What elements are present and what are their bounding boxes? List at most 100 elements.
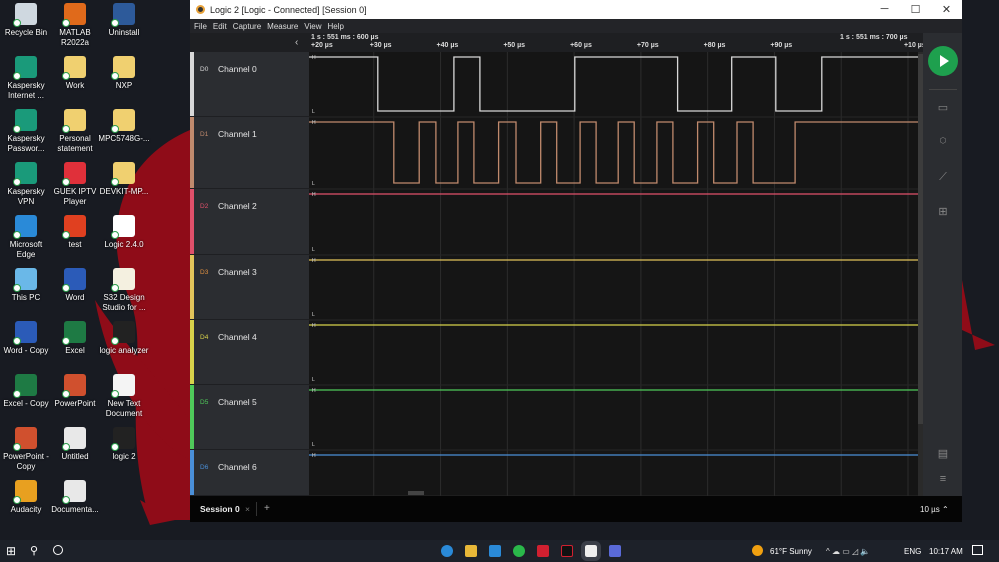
desktop-icon[interactable]: Excel - Copy [0, 374, 52, 409]
cortana-icon[interactable] [53, 545, 63, 555]
desktop-icon[interactable]: S32 Design Studio for ... [98, 268, 150, 313]
weather-text[interactable]: 61°F Sunny [770, 547, 812, 556]
start-capture-button[interactable] [928, 46, 958, 76]
desktop-icon[interactable]: Excel [49, 321, 101, 356]
time-tick-label: +80 µs [703, 42, 726, 49]
language-indicator[interactable]: ENG [904, 547, 921, 556]
desktop-icon[interactable]: MPC5748G-... [98, 109, 150, 144]
notifications-icon[interactable] [972, 545, 983, 555]
collapse-panel-button[interactable]: ‹ [295, 37, 298, 48]
maximize-button[interactable]: ☐ [900, 3, 931, 16]
desktop-icon-label: Word [65, 293, 85, 302]
app-icon [62, 215, 86, 239]
desktop-icon[interactable]: Logic 2.4.0 [98, 215, 150, 250]
channel-row-label[interactable]: D5 Channel 5 [190, 385, 309, 450]
time-scale[interactable]: 10 µs ⌃ [920, 505, 949, 514]
app-icon [62, 162, 86, 186]
logic-window: Logic 2 [Logic - Connected] [Session 0] … [190, 0, 962, 522]
edge-taskbar-icon[interactable] [441, 545, 453, 557]
timeline-header[interactable]: ‹ 1 s : 551 ms : 600 µs 1 s : 551 ms : 7… [190, 33, 962, 52]
menu-help[interactable]: Help [327, 22, 343, 31]
explorer-taskbar-icon[interactable] [465, 545, 477, 557]
channel-row-label[interactable]: D4 Channel 4 [190, 320, 309, 385]
desktop-icon[interactable]: Personal statement [49, 109, 101, 154]
comment-icon[interactable]: ▤ [934, 447, 952, 460]
desktop-icon-label: logic analyzer [99, 346, 149, 355]
channel-name[interactable]: Channel 5 [218, 397, 257, 407]
menu-view[interactable]: View [304, 22, 321, 31]
desktop-icon[interactable]: Audacity [0, 480, 52, 515]
desktop-icon[interactable]: NXP [98, 56, 150, 91]
desktop-icon-label: Untitled [61, 452, 89, 461]
high-level-marker: H [312, 388, 316, 394]
desktop-icon[interactable]: Uninstall [98, 3, 150, 38]
app-taskbar-icon[interactable] [537, 545, 549, 557]
channel-row-label[interactable]: D3 Channel 3 [190, 255, 309, 320]
device-icon[interactable]: ▭ [934, 101, 952, 114]
desktop-icon[interactable]: logic 2 [98, 427, 150, 462]
app-icon [111, 109, 135, 133]
clock[interactable]: 10:17 AM [929, 547, 963, 556]
desktop-icon[interactable]: Kaspersky Internet ... [0, 56, 52, 101]
start-button[interactable]: ⊞ [6, 544, 16, 558]
menu-measure[interactable]: Measure [267, 22, 298, 31]
add-session-button[interactable]: + [264, 503, 270, 514]
desktop-icon[interactable]: Word - Copy [0, 321, 52, 356]
desktop-icon[interactable]: This PC [0, 268, 52, 303]
desktop-icon[interactable]: PowerPoint - Copy [0, 427, 52, 472]
channel-name[interactable]: Channel 2 [218, 201, 257, 211]
desktop-icon[interactable]: GUEK IPTV Player [49, 162, 101, 207]
channel-color-stripe [190, 450, 194, 495]
channel-name[interactable]: Channel 6 [218, 462, 257, 472]
desktop-icon[interactable]: Work [49, 56, 101, 91]
channel-row-label[interactable]: D1 Channel 1 [190, 117, 309, 189]
app-icon [111, 162, 135, 186]
tray-icons[interactable]: ^ ☁ ▭ ◿ 🔈 [826, 547, 870, 556]
desktop-icon[interactable]: Recycle Bin [0, 3, 52, 38]
session-tab[interactable]: Session 0 [200, 504, 240, 514]
menu-capture[interactable]: Capture [233, 22, 261, 31]
search-icon[interactable]: ⚲ [30, 544, 38, 557]
channel-name[interactable]: Channel 1 [218, 129, 257, 139]
desktop-icon[interactable]: New Text Document [98, 374, 150, 419]
channel-name[interactable]: Channel 3 [218, 267, 257, 277]
desktop-icon[interactable]: Kaspersky Passwor... [0, 109, 52, 154]
horizontal-scroll-thumb[interactable] [408, 491, 424, 495]
session-close-button[interactable]: × [245, 504, 250, 514]
whatsapp-taskbar-icon[interactable] [513, 545, 525, 557]
extensions-icon[interactable]: ⊞ [934, 205, 952, 218]
channel-name[interactable]: Channel 0 [218, 64, 257, 74]
app2-taskbar-icon[interactable] [609, 545, 621, 557]
desktop-icon[interactable]: Untitled [49, 427, 101, 462]
close-button[interactable]: ✕ [931, 3, 962, 16]
mail-taskbar-icon[interactable] [489, 545, 501, 557]
analyzers-icon[interactable]: ⬡ [934, 136, 952, 145]
desktop-icon[interactable]: logic analyzer [98, 321, 150, 356]
measure-ruler-icon[interactable]: ⟋ [934, 171, 952, 184]
app-icon [13, 56, 37, 80]
channel-name[interactable]: Channel 4 [218, 332, 257, 342]
menu-edit[interactable]: Edit [213, 22, 227, 31]
time-tick-label: +90 µs [770, 42, 793, 49]
menu-icon[interactable]: ≡ [934, 473, 952, 485]
desktop-icon[interactable]: Documenta... [49, 480, 101, 515]
logic-taskbar-icon[interactable] [581, 541, 601, 561]
desktop-icon[interactable]: test [49, 215, 101, 250]
channel-row-label[interactable]: D0 Channel 0 [190, 52, 309, 117]
desktop-icon[interactable]: Microsoft Edge [0, 215, 52, 260]
desktop-icon[interactable]: PowerPoint [49, 374, 101, 409]
low-level-marker: L [312, 109, 315, 115]
time-tick-label: +60 µs [570, 42, 592, 49]
waveform-plot[interactable]: HLHLHLHLHLHLH [306, 52, 918, 497]
desktop-icon[interactable]: Word [49, 268, 101, 303]
waveform-svg[interactable]: HLHLHLHLHLHLH [306, 52, 918, 497]
menu-file[interactable]: File [194, 22, 207, 31]
minimize-button[interactable]: ─ [869, 3, 900, 16]
desktop-icon[interactable]: MATLAB R2022a [49, 3, 101, 48]
channel-row-label[interactable]: D2 Channel 2 [190, 189, 309, 255]
netflix-taskbar-icon[interactable] [561, 545, 573, 557]
desktop-icon[interactable]: Kaspersky VPN [0, 162, 52, 207]
channel-row-label[interactable]: D6 Channel 6 [190, 450, 309, 496]
app-icon [62, 374, 86, 398]
desktop-icon[interactable]: DEVKIT-MP... [98, 162, 150, 197]
